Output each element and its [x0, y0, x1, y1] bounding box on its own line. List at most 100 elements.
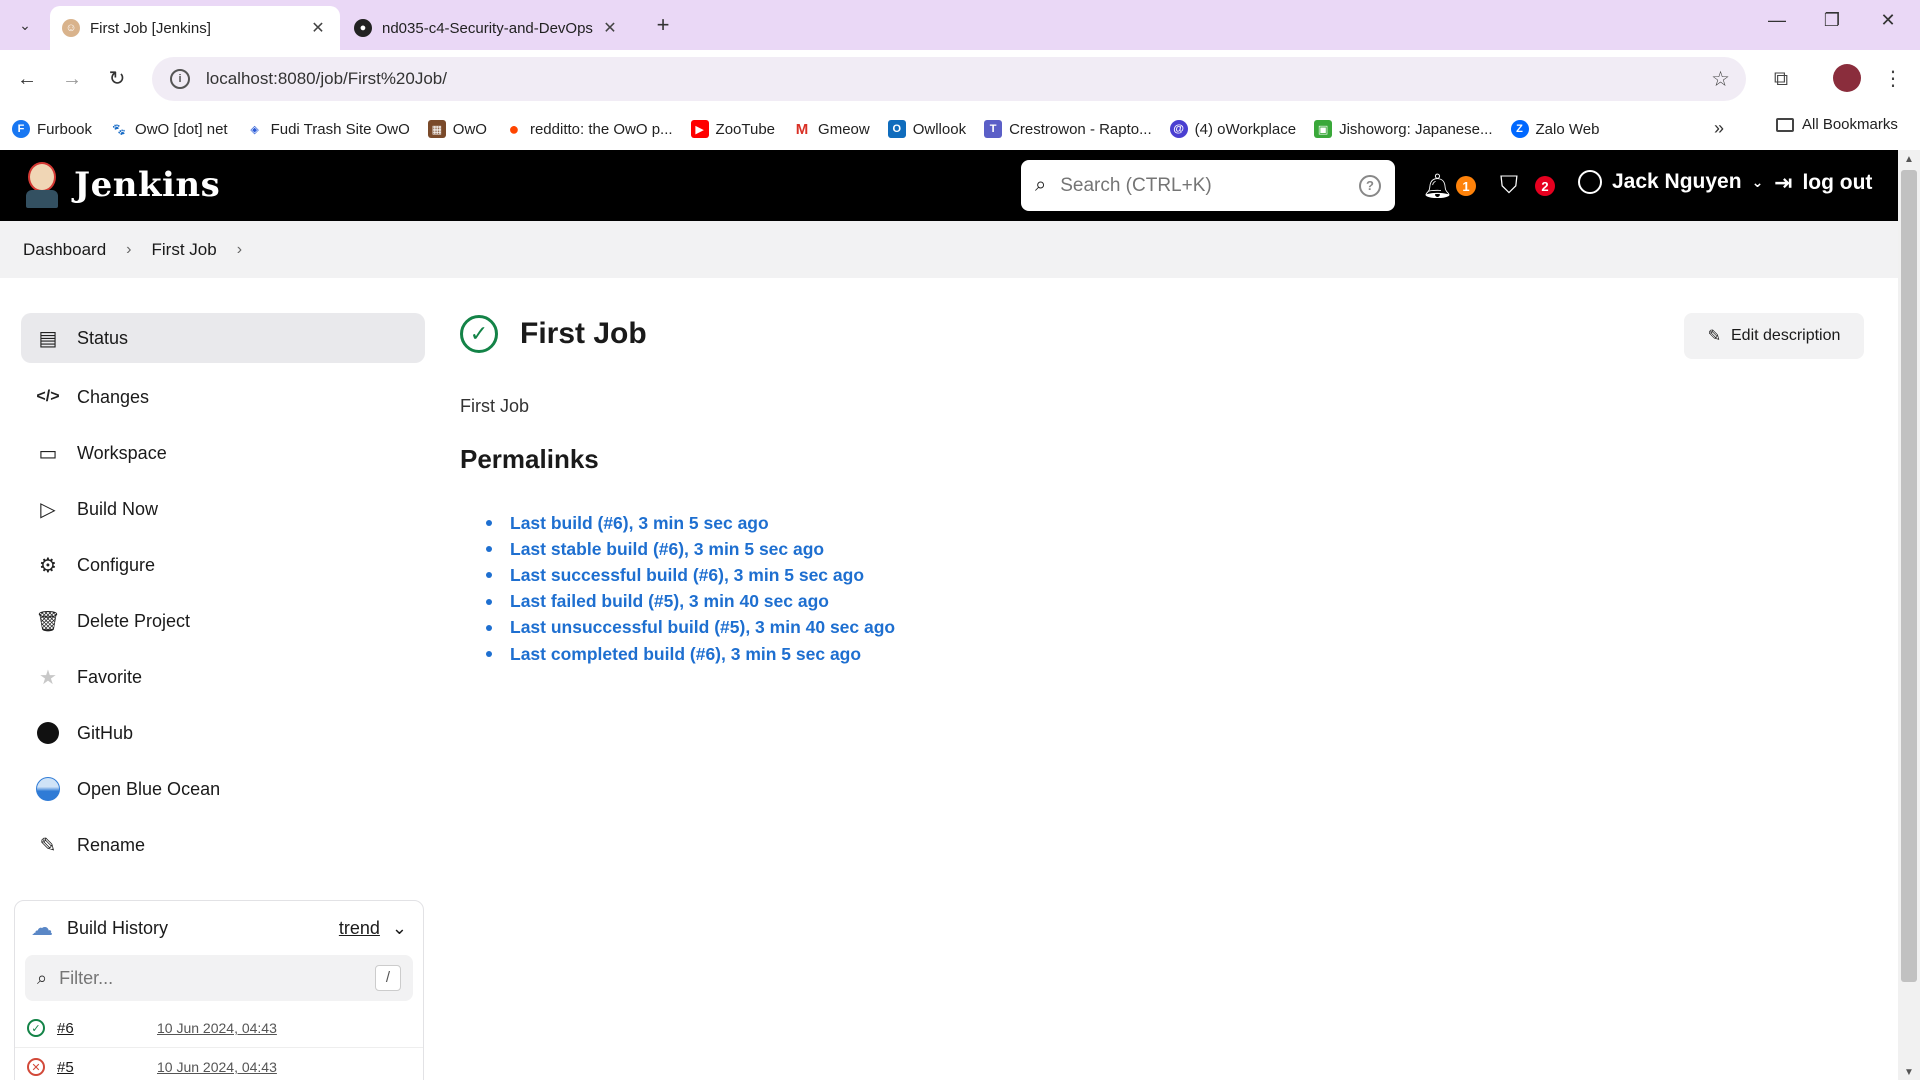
bookmark-label: OwO	[452, 120, 487, 138]
sidebar-item-configure[interactable]: ⚙ Configure	[21, 537, 425, 593]
sidebar-item-label: Build Now	[77, 498, 159, 519]
sidebar-item-status[interactable]: ▤ Status	[21, 313, 425, 363]
chevron-right-icon[interactable]: ›	[237, 241, 242, 259]
bookmark-item[interactable]: ▣ Jishoworg: Japanese...	[1314, 120, 1493, 138]
build-number-link[interactable]: #6	[57, 1020, 157, 1037]
sidebar-item-favorite[interactable]: ★ Favorite	[21, 649, 425, 705]
extensions-icon[interactable]: ⧉	[1766, 64, 1796, 94]
edit-description-button[interactable]: ✎ Edit description	[1684, 313, 1864, 359]
notifications-badge: 1	[1456, 176, 1476, 196]
folder-icon	[1776, 117, 1794, 132]
permalink-last-completed-build[interactable]: Last completed build (#6), 3 min 5 sec a…	[486, 641, 895, 667]
bookmark-item[interactable]: T Crestrowon - Rapto...	[984, 120, 1152, 138]
bookmark-label: Jishoworg: Japanese...	[1339, 120, 1493, 138]
build-row[interactable]: ✓ #6 10 Jun 2024, 04:43	[15, 1009, 423, 1048]
jenkins-logo[interactable]: Jenkins	[22, 160, 220, 210]
sidebar-item-open-blue-ocean[interactable]: Open Blue Ocean	[21, 761, 425, 817]
search-box[interactable]: ⌕ ?	[1021, 160, 1395, 211]
permalink-last-successful-build[interactable]: Last successful build (#6), 3 min 5 sec …	[486, 562, 895, 588]
shield-icon[interactable]: ⛉	[1500, 172, 1518, 200]
build-row[interactable]: ✕ #5 10 Jun 2024, 04:43	[15, 1048, 423, 1080]
search-icon: ⌕	[37, 967, 48, 988]
bookmark-item[interactable]: ● redditto: the OwO p...	[505, 119, 673, 139]
bookmark-item[interactable]: O Owllook	[887, 120, 966, 138]
forward-button[interactable]: →	[57, 64, 87, 94]
build-filter-input[interactable]	[59, 967, 375, 989]
bookmark-label: OwO [dot] net	[135, 120, 228, 138]
github-favicon-icon: ●	[354, 19, 372, 37]
all-bookmarks-label: All Bookmarks	[1802, 116, 1898, 133]
success-status-icon: ✓	[460, 315, 498, 353]
close-tab-icon[interactable]: ✕	[600, 18, 620, 38]
bookmark-label: Fudi Trash Site OwO	[270, 120, 410, 138]
bookmark-label: Crestrowon - Rapto...	[1009, 120, 1152, 138]
sidebar-item-github[interactable]: GitHub	[21, 705, 425, 761]
page-scrollbar[interactable]: ▲ ▼	[1898, 150, 1920, 1080]
tab-github-repo[interactable]: ● nd035-c4-Security-and-DevOps ✕	[342, 6, 632, 50]
bookmark-item[interactable]: ▶ ZooTube	[690, 120, 775, 138]
sidebar-item-delete-project[interactable]: 🗑︎ Delete Project	[21, 593, 425, 649]
all-bookmarks-button[interactable]: All Bookmarks	[1776, 116, 1898, 133]
close-tab-icon[interactable]: ✕	[308, 18, 328, 38]
search-icon: ⌕	[1035, 174, 1047, 196]
bookmark-item[interactable]: 🐾 OwO [dot] net	[110, 120, 228, 138]
bookmark-favicon-icon: ◈	[250, 123, 259, 136]
bookmark-favicon-icon: O	[887, 120, 906, 138]
sidebar-item-workspace[interactable]: ▭ Workspace	[21, 425, 425, 481]
bookmark-favicon-icon: ▣	[1314, 120, 1333, 138]
build-history-widget: ☁ Build History trend ⌄ ⌕ / ✓ #6 10 Jun …	[14, 900, 424, 1080]
build-date-link[interactable]: 10 Jun 2024, 04:43	[157, 1059, 277, 1075]
bookmark-item[interactable]: F Furbook	[12, 120, 92, 138]
build-number-link[interactable]: #5	[57, 1059, 157, 1076]
browser-menu-icon[interactable]: ⋮	[1878, 64, 1908, 94]
sidebar-item-rename[interactable]: ✎ Rename	[21, 817, 425, 873]
chevron-down-icon[interactable]: ⌄	[392, 918, 407, 939]
tab-first-job[interactable]: ☺ First Job [Jenkins] ✕	[50, 6, 340, 50]
browser-toolbar: ← → ↻ i localhost:8080/job/First%20Job/ …	[0, 50, 1920, 108]
sidebar-item-build-now[interactable]: ▷ Build Now	[21, 481, 425, 537]
more-bookmarks-icon[interactable]: »	[1714, 118, 1724, 139]
build-filter-box[interactable]: ⌕ /	[25, 955, 413, 1001]
permalink-last-failed-build[interactable]: Last failed build (#5), 3 min 40 sec ago	[486, 589, 895, 615]
chevron-down-icon[interactable]: ⌄	[1752, 174, 1764, 191]
bookmark-label: Furbook	[37, 120, 93, 138]
new-tab-button[interactable]: +	[650, 12, 676, 38]
close-window-button[interactable]: ✕	[1868, 10, 1908, 31]
bell-icon[interactable]: 🔔︎	[1422, 172, 1452, 201]
scroll-down-icon[interactable]: ▼	[1904, 1067, 1914, 1078]
back-button[interactable]: ←	[12, 64, 42, 94]
sidebar-item-label: Favorite	[77, 666, 143, 687]
bookmark-item[interactable]: @ (4) oWorkplace	[1169, 120, 1296, 138]
sidebar-item-changes[interactable]: </> Changes	[21, 369, 425, 425]
search-help-icon[interactable]: ?	[1359, 174, 1381, 197]
restore-button[interactable]: ❐	[1812, 10, 1852, 31]
user-menu[interactable]: Jack Nguyen ⌄	[1578, 170, 1763, 194]
bookmark-star-icon[interactable]: ☆	[1711, 67, 1730, 92]
bookmark-item[interactable]: Z Zalo Web	[1510, 120, 1599, 138]
build-date-link[interactable]: 10 Jun 2024, 04:43	[157, 1020, 277, 1036]
scroll-up-icon[interactable]: ▲	[1904, 154, 1914, 165]
search-input[interactable]	[1060, 174, 1359, 197]
bookmark-favicon-icon: ▶	[690, 120, 709, 138]
permalink-last-build[interactable]: Last build (#6), 3 min 5 sec ago	[486, 510, 895, 536]
breadcrumb-first-job[interactable]: First Job	[152, 240, 217, 260]
reload-button[interactable]: ↻	[102, 64, 132, 94]
tab-search-icon[interactable]: ⌄	[12, 12, 38, 38]
success-status-icon: ✓	[27, 1019, 45, 1037]
minimize-button[interactable]: —	[1757, 10, 1797, 31]
scrollbar-thumb[interactable]	[1901, 170, 1917, 982]
bookmark-favicon-icon: F	[12, 120, 30, 138]
permalink-last-stable-build[interactable]: Last stable build (#6), 3 min 5 sec ago	[486, 536, 895, 562]
bookmark-item[interactable]: ◈ Fudi Trash Site OwO	[246, 120, 410, 138]
address-bar[interactable]: i localhost:8080/job/First%20Job/ ☆	[152, 57, 1746, 101]
trend-link[interactable]: trend	[339, 918, 380, 939]
bookmark-item[interactable]: ▦ OwO	[427, 120, 487, 138]
jenkins-butler-icon	[22, 160, 62, 210]
profile-avatar[interactable]	[1832, 64, 1862, 94]
bookmark-item[interactable]: M Gmeow	[793, 120, 870, 138]
bookmark-favicon-icon: @	[1169, 120, 1188, 138]
site-info-icon[interactable]: i	[170, 69, 190, 89]
breadcrumb-dashboard[interactable]: Dashboard	[23, 240, 106, 260]
permalink-last-unsuccessful-build[interactable]: Last unsuccessful build (#5), 3 min 40 s…	[486, 615, 895, 641]
logout-button[interactable]: ⇥ log out	[1774, 170, 1872, 196]
